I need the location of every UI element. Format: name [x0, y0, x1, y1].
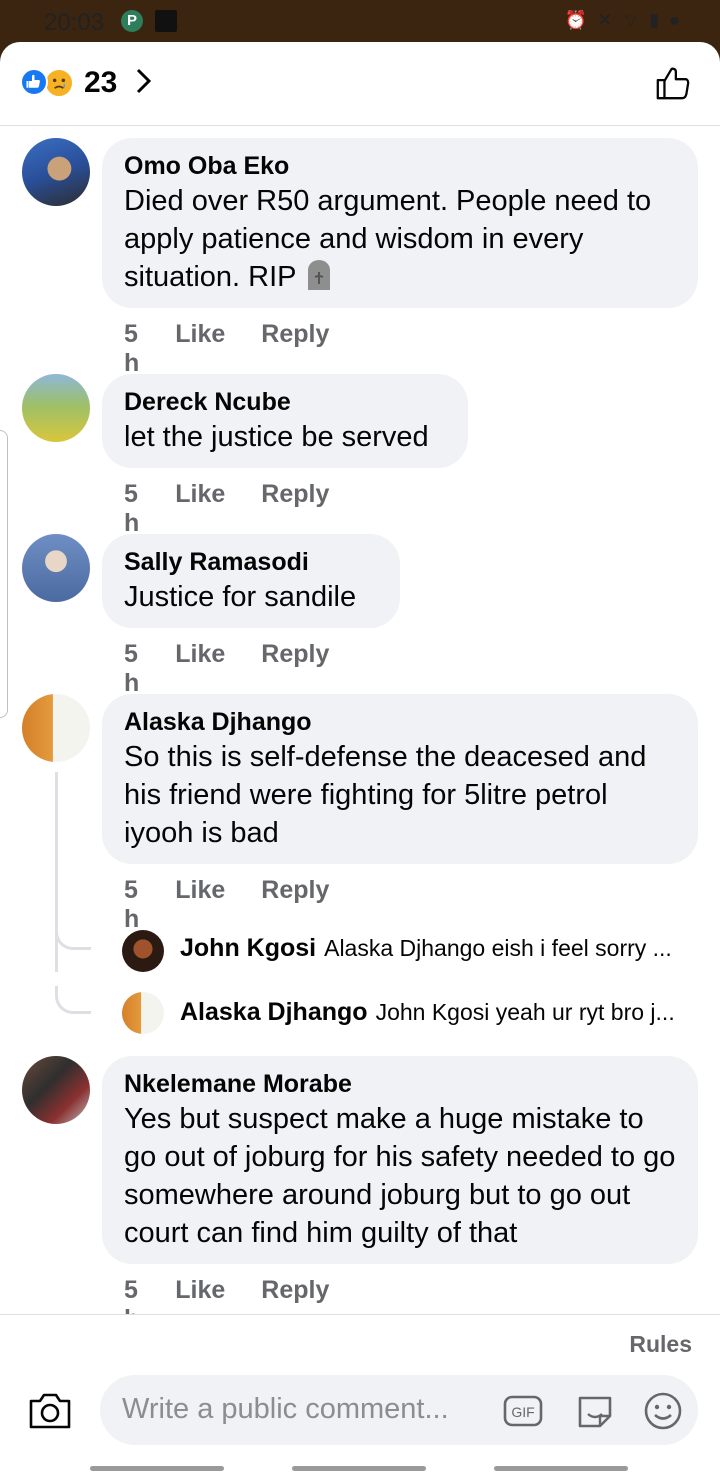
emoji-icon[interactable] [642, 1390, 684, 1432]
comment-time[interactable]: 5 h [124, 640, 139, 698]
wifi-icon: ⌔ [622, 11, 640, 31]
comment-author[interactable]: Dereck Ncube [124, 386, 446, 418]
comment-text: So this is self-defense the deacesed and… [124, 741, 647, 849]
reply-preview[interactable]: John Kgosi Alaska Djhango eish i feel so… [180, 934, 700, 963]
comment-actions: 5 h Like Reply [124, 480, 365, 538]
comment-input-placeholder: Write a public comment... [122, 1393, 449, 1425]
nav-handle[interactable] [292, 1466, 426, 1471]
thread-connector [55, 922, 91, 950]
avatar[interactable] [22, 694, 90, 762]
comment-bubble[interactable]: Alaska Djhango So this is self-defense t… [102, 694, 698, 864]
comment-actions: 5 h Like Reply [124, 320, 365, 378]
comment-bubble[interactable]: Sally Ramasodi Justice for sandile [102, 534, 400, 628]
like-button[interactable]: Like [175, 876, 225, 934]
comment-text: Yes but suspect make a huge mistake to g… [124, 1103, 676, 1249]
avatar[interactable] [22, 138, 90, 206]
tombstone-emoji-icon [308, 260, 331, 290]
reply-author[interactable]: John Kgosi [180, 934, 316, 963]
like-button[interactable]: Like [175, 320, 225, 378]
sticker-icon[interactable] [574, 1390, 616, 1432]
reply-button[interactable]: Reply [261, 320, 329, 378]
battery-icon: ● [669, 10, 680, 30]
alarm-icon: ⏰ [564, 10, 588, 30]
status-time: 20:03 [44, 9, 105, 36]
navigation-bar [0, 1456, 720, 1480]
avatar[interactable] [22, 534, 90, 602]
comment-time[interactable]: 5 h [124, 320, 139, 378]
like-button[interactable]: Like [175, 640, 225, 698]
comment-author[interactable]: Omo Oba Eko [124, 150, 676, 182]
comment-input[interactable]: Write a public comment... GIF [100, 1375, 698, 1445]
svg-text:GIF: GIF [511, 1404, 534, 1420]
reply-text: John Kgosi yeah ur ryt bro j... [375, 999, 675, 1025]
comment-actions: 5 h Like Reply [124, 640, 365, 698]
comment-author[interactable]: Sally Ramasodi [124, 546, 378, 578]
thread-connector [55, 986, 91, 1014]
camera-icon[interactable] [28, 1391, 72, 1431]
comment-time[interactable]: 5 h [124, 480, 139, 538]
thumbs-up-outline-icon[interactable] [654, 64, 692, 102]
side-scroll-tab[interactable] [0, 430, 8, 718]
nav-handle[interactable] [494, 1466, 628, 1471]
like-button[interactable]: Like [175, 480, 225, 538]
comment-text: let the justice be served [124, 421, 429, 453]
comment-text: Justice for sandile [124, 581, 357, 613]
comment-author[interactable]: Nkelemane Morabe [124, 1068, 676, 1100]
comment-bubble[interactable]: Nkelemane Morabe Yes but suspect make a … [102, 1056, 698, 1264]
signal-icon: ▮ [649, 10, 660, 30]
reply-button[interactable]: Reply [261, 640, 329, 698]
comment-bubble[interactable]: Omo Oba Eko Died over R50 argument. Peop… [102, 138, 698, 308]
rules-link[interactable]: Rules [629, 1331, 692, 1358]
chevron-right-icon[interactable] [133, 66, 153, 96]
comment-author[interactable]: Alaska Djhango [124, 706, 676, 738]
status-bar: 20:03 P ⏰ ✕ ⌔ ▮ ● [0, 0, 720, 42]
avatar[interactable] [122, 930, 164, 972]
reply-button[interactable]: Reply [261, 876, 329, 934]
comment-bubble[interactable]: Dereck Ncube let the justice be served [102, 374, 468, 468]
app-notification-icon: P [121, 10, 143, 32]
avatar[interactable] [22, 374, 90, 442]
reply-author[interactable]: Alaska Djhango [180, 998, 368, 1027]
reply-text: Alaska Djhango eish i feel sorry ... [324, 935, 672, 961]
sad-reaction-icon [44, 68, 74, 98]
reply-preview[interactable]: Alaska Djhango John Kgosi yeah ur ryt br… [180, 998, 700, 1027]
comment-text: Died over R50 argument. People need to a… [124, 185, 652, 293]
reply-button[interactable]: Reply [261, 480, 329, 538]
nav-handle[interactable] [90, 1466, 224, 1471]
gallery-notification-icon [155, 10, 177, 32]
comment-actions: 5 h Like Reply [124, 876, 365, 934]
reactions-header[interactable]: 23 [0, 42, 720, 126]
like-reaction-icon [20, 68, 48, 96]
comments-sheet: 23 Omo Oba Eko Died over R50 argument. P… [0, 42, 720, 1480]
comment-time[interactable]: 5 h [124, 876, 139, 934]
reaction-count: 23 [84, 66, 118, 99]
mute-icon: ✕ [597, 10, 613, 30]
avatar[interactable] [22, 1056, 90, 1124]
avatar[interactable] [122, 992, 164, 1034]
status-icons: ⏰ ✕ ⌔ ▮ ● [565, 10, 680, 33]
gif-icon[interactable]: GIF [502, 1390, 544, 1432]
